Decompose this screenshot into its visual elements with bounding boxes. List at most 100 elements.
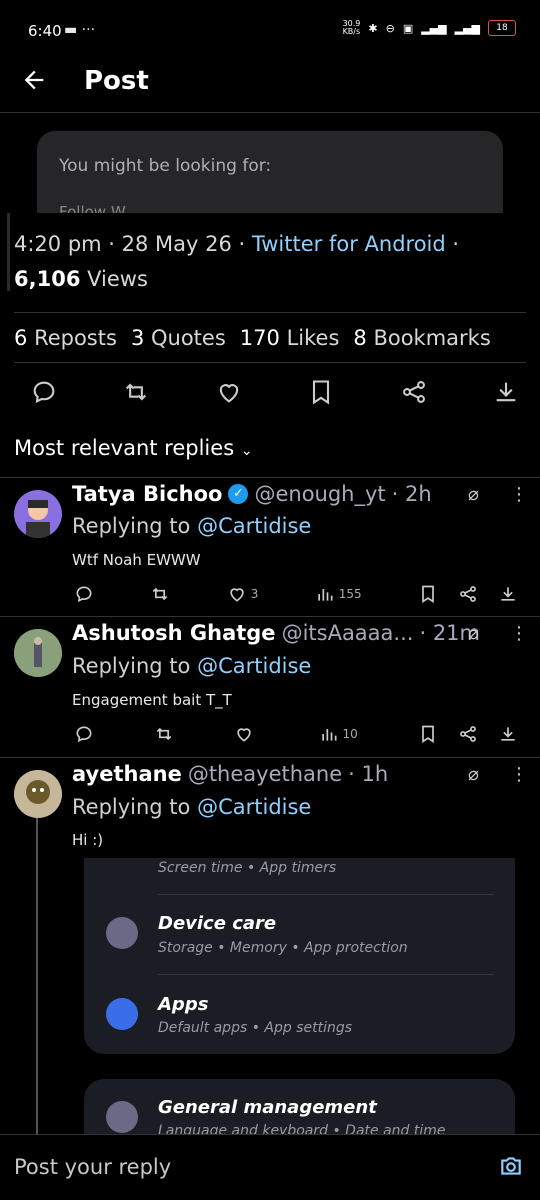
divider bbox=[14, 362, 526, 363]
replying-to-link[interactable]: @Cartidise bbox=[197, 795, 311, 819]
link-icon: ⊖ bbox=[385, 21, 395, 35]
post-actions bbox=[30, 378, 520, 408]
repost-icon[interactable] bbox=[150, 584, 170, 604]
views-chart-icon bbox=[318, 589, 333, 601]
reply-author-name[interactable]: ayethane bbox=[72, 762, 182, 786]
bluetooth-icon: ✱ bbox=[368, 21, 378, 35]
reply-item[interactable]: Tatya Bichoo ✓ @enough_yt · 2h ⌀ ⋮ Reply… bbox=[0, 478, 540, 616]
reply-time: · 1h bbox=[348, 762, 389, 786]
reply-icon[interactable] bbox=[74, 584, 94, 604]
like-button[interactable]: 3 bbox=[227, 584, 258, 604]
bookmark-icon[interactable] bbox=[418, 724, 438, 744]
bookmarks-stat[interactable]: 8 Bookmarks bbox=[353, 326, 490, 350]
reply-icon[interactable] bbox=[30, 378, 58, 406]
image-divider bbox=[158, 974, 494, 975]
general-management-icon bbox=[106, 1101, 138, 1133]
download-icon[interactable] bbox=[498, 724, 518, 744]
thread-line bbox=[36, 818, 38, 1138]
scroll-indicator bbox=[7, 213, 10, 291]
sort-label: Most relevant replies bbox=[14, 436, 235, 460]
replying-to: Replying to @Cartidise bbox=[72, 795, 312, 819]
reposts-stat[interactable]: 6 Reposts bbox=[14, 326, 117, 350]
verified-badge-icon: ✓ bbox=[228, 484, 249, 504]
reply-author-name[interactable]: Tatya Bichoo bbox=[72, 482, 222, 506]
suggestion-popup[interactable]: You might be looking for: Follow W... bbox=[37, 131, 503, 213]
reply-text: Wtf Noah EWWW bbox=[72, 551, 201, 569]
image-text: Storage • Memory • App protection bbox=[158, 940, 408, 956]
post-meta: 4:20 pm · 28 May 26 · Twitter for Androi… bbox=[14, 232, 460, 256]
quotes-stat[interactable]: 3 Quotes bbox=[131, 326, 226, 350]
image-text: Default apps • App settings bbox=[158, 1020, 353, 1036]
bookmark-icon[interactable] bbox=[307, 378, 335, 406]
bookmark-icon[interactable] bbox=[418, 584, 438, 604]
sort-replies-dropdown[interactable]: Most relevant replies ⌄ bbox=[14, 436, 253, 460]
post-date: 28 May 26 bbox=[121, 232, 232, 256]
reply-handle[interactable]: @theayethane bbox=[188, 762, 342, 786]
views-label: Views bbox=[87, 267, 148, 291]
more-options-icon[interactable]: ⋮ bbox=[510, 484, 528, 505]
avatar[interactable] bbox=[14, 629, 62, 677]
reply-composer bbox=[0, 1134, 540, 1200]
camera-icon[interactable] bbox=[498, 1153, 524, 1179]
post-stats: 6 Reposts 3 Quotes 170 Likes 8 Bookmarks bbox=[14, 326, 491, 350]
replying-to: Replying to @Cartidise bbox=[72, 654, 312, 678]
like-icon[interactable] bbox=[215, 378, 243, 406]
replying-to-link[interactable]: @Cartidise bbox=[197, 654, 311, 678]
reply-time: · 2h bbox=[391, 482, 432, 506]
signal-icon: ▂▄▆ bbox=[454, 21, 480, 35]
reply-item[interactable]: ayethane @theayethane · 1h ⌀ ⋮ Replying … bbox=[0, 758, 540, 858]
download-icon[interactable] bbox=[492, 378, 520, 406]
more-options-icon[interactable]: ⋮ bbox=[510, 764, 528, 785]
repost-icon[interactable] bbox=[122, 378, 150, 406]
replying-to-link[interactable]: @Cartidise bbox=[197, 514, 311, 538]
views-button[interactable]: 10 bbox=[319, 724, 358, 744]
views-chart-icon bbox=[321, 729, 337, 741]
reply-text: Hi :) bbox=[72, 831, 104, 849]
reply-author-name[interactable]: Ashutosh Ghatge bbox=[72, 621, 276, 645]
reply-handle[interactable]: @itsAaaaa... bbox=[282, 621, 414, 645]
post-time: 4:20 pm bbox=[14, 232, 102, 256]
reply-item[interactable]: Ashutosh Ghatge @itsAaaaa... · 21m ⌀ ⋮ R… bbox=[0, 617, 540, 757]
more-options-icon[interactable]: ⋮ bbox=[510, 623, 528, 644]
reply-actions: 10 bbox=[74, 724, 518, 744]
notification-icon: ▬ ··· bbox=[64, 22, 96, 38]
status-icons: 30.9 KB/s ✱ ⊖ ▣ ▂▄▆ ▂▄▆ 18 bbox=[343, 20, 516, 36]
reply-icon[interactable] bbox=[74, 724, 94, 744]
device-care-icon bbox=[106, 917, 138, 949]
post-source-link[interactable]: Twitter for Android bbox=[252, 232, 446, 256]
download-icon[interactable] bbox=[498, 584, 518, 604]
chevron-down-icon: ⌄ bbox=[240, 443, 253, 459]
image-divider bbox=[158, 894, 494, 895]
network-speed-icon: 30.9 KB/s bbox=[342, 19, 361, 36]
reply-image[interactable]: Screen time • App timers Device care Sto… bbox=[84, 858, 515, 1054]
image-title: Apps bbox=[158, 994, 209, 1015]
reply-input[interactable] bbox=[14, 1155, 454, 1179]
image-text: Screen time • App timers bbox=[158, 860, 337, 876]
grok-icon[interactable]: ⌀ bbox=[468, 623, 479, 644]
back-arrow-icon[interactable] bbox=[20, 66, 48, 94]
avatar[interactable] bbox=[14, 770, 62, 818]
grok-icon[interactable]: ⌀ bbox=[468, 764, 479, 785]
reply-handle[interactable]: @enough_yt bbox=[254, 482, 385, 506]
share-icon[interactable] bbox=[458, 724, 478, 744]
image-title: Device care bbox=[158, 913, 277, 934]
like-button[interactable] bbox=[234, 724, 258, 744]
views-button[interactable]: 155 bbox=[315, 584, 362, 604]
share-icon[interactable] bbox=[458, 584, 478, 604]
replying-to: Replying to @Cartidise bbox=[72, 514, 312, 538]
likes-stat[interactable]: 170 Likes bbox=[240, 326, 340, 350]
post-views: 6,106 Views bbox=[14, 267, 148, 291]
divider bbox=[14, 312, 526, 313]
suggestion-item[interactable]: Follow W... bbox=[59, 203, 138, 213]
page-title: Post bbox=[84, 66, 149, 96]
app-header: Post bbox=[0, 56, 540, 113]
repost-icon[interactable] bbox=[154, 724, 174, 744]
grok-icon[interactable]: ⌀ bbox=[468, 484, 479, 505]
share-icon[interactable] bbox=[400, 378, 428, 406]
battery-icon: 18 bbox=[488, 20, 516, 36]
avatar[interactable] bbox=[14, 490, 62, 538]
image-title: General management bbox=[158, 1097, 377, 1118]
status-time: 6:40 bbox=[28, 22, 62, 40]
signal-5g-icon: ▂▄▆ bbox=[421, 21, 447, 35]
reply-image-2[interactable]: General management Language and keyboard… bbox=[84, 1079, 515, 1139]
